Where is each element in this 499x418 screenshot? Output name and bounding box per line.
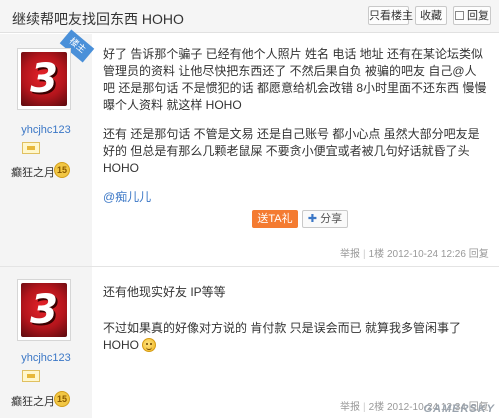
post-1-paragraph: 还有 还是那句话 不管是文易 还是自己账号 都小心点 虽然大部分吧友是好的 但总… <box>103 127 480 175</box>
post-2-level-icon <box>22 370 40 382</box>
post-1-paragraph: 好了 告诉那个骗子 已经有他个人照片 姓名 电话 地址 还有在某论坛类似管理员的… <box>103 47 487 112</box>
post-1-avatar[interactable]: 3 <box>17 48 71 110</box>
post-2-paragraph-wrap: 不过如果真的好像对方说的 肯付款 只是误会而已 就算我多管闲事了 HOHO <box>103 320 488 354</box>
post-2-paragraph: 还有他现实好友 IP等等 <box>103 285 226 299</box>
post-1-content: 好了 告诉那个骗子 已经有他个人照片 姓名 电话 地址 还有在某论坛类似管理员的… <box>103 46 488 206</box>
avatar-logo-text: 3 <box>30 56 58 102</box>
reply-button[interactable]: 回复 <box>453 6 491 25</box>
share-button[interactable]: ✚ 分享 <box>302 210 348 228</box>
avatar-logo-text: 3 <box>30 287 58 333</box>
avatar-image: 3 <box>21 283 67 337</box>
post-2-avatar[interactable]: 3 <box>17 279 71 341</box>
post-1-meta: 举报 | 1楼 2012-10-24 12:26 回复 <box>340 245 489 260</box>
rank-name: 癫狂之月 <box>11 167 55 179</box>
smile-emoji-icon <box>142 338 156 352</box>
post-2-username[interactable]: yhcjhc123 <box>0 352 92 364</box>
reply-icon <box>455 11 464 20</box>
rank-level-badge: 15 <box>54 162 70 178</box>
reply-link[interactable]: 回复 <box>469 249 489 260</box>
rank-level-badge: 15 <box>54 391 70 407</box>
only-op-button[interactable]: 只看楼主 <box>368 6 413 25</box>
favorite-label: 收藏 <box>420 10 442 22</box>
rank-name: 癫狂之月 <box>11 396 55 408</box>
only-op-label: 只看楼主 <box>369 10 413 22</box>
post-1-username[interactable]: yhcjhc123 <box>0 124 92 136</box>
post-time: 2012-10-24 12:26 <box>386 249 466 260</box>
send-gift-button[interactable]: 送TA礼物 <box>252 210 298 243</box>
post-1-level-icon <box>22 142 40 154</box>
post-1-rank: 癫狂之月 15 <box>0 162 92 180</box>
post-2-rank: 癫狂之月 15 <box>0 391 92 409</box>
floor-number: 2楼 <box>368 402 385 413</box>
report-link[interactable]: 举报 <box>340 249 360 260</box>
avatar-image: 3 <box>21 52 67 106</box>
report-link[interactable]: 举报 <box>340 402 360 413</box>
thread-title: 继续帮吧友找回东西 HOHO <box>12 11 184 27</box>
post-2-paragraph: 不过如果真的好像对方说的 肯付款 只是误会而已 就算我多管闲事了 HOHO <box>103 321 462 352</box>
post-2-content: 还有他现实好友 IP等等 不过如果真的好像对方说的 肯付款 只是误会而已 就算我… <box>103 284 488 354</box>
reply-label: 回复 <box>467 10 489 22</box>
favorite-button[interactable]: 收藏 <box>415 6 447 25</box>
share-plus-icon: ✚ <box>307 213 318 225</box>
site-watermark: GAMERSKY <box>423 403 495 415</box>
floor-number: 1楼 <box>368 249 385 260</box>
thread-header: 继续帮吧友找回东西 HOHO 只看楼主 收藏 回复 <box>0 0 499 33</box>
meta-separator: | <box>363 402 366 413</box>
share-label: 分享 <box>320 213 343 225</box>
post-1-mention-link[interactable]: @痴儿儿 <box>103 189 488 206</box>
meta-separator: | <box>363 249 366 260</box>
